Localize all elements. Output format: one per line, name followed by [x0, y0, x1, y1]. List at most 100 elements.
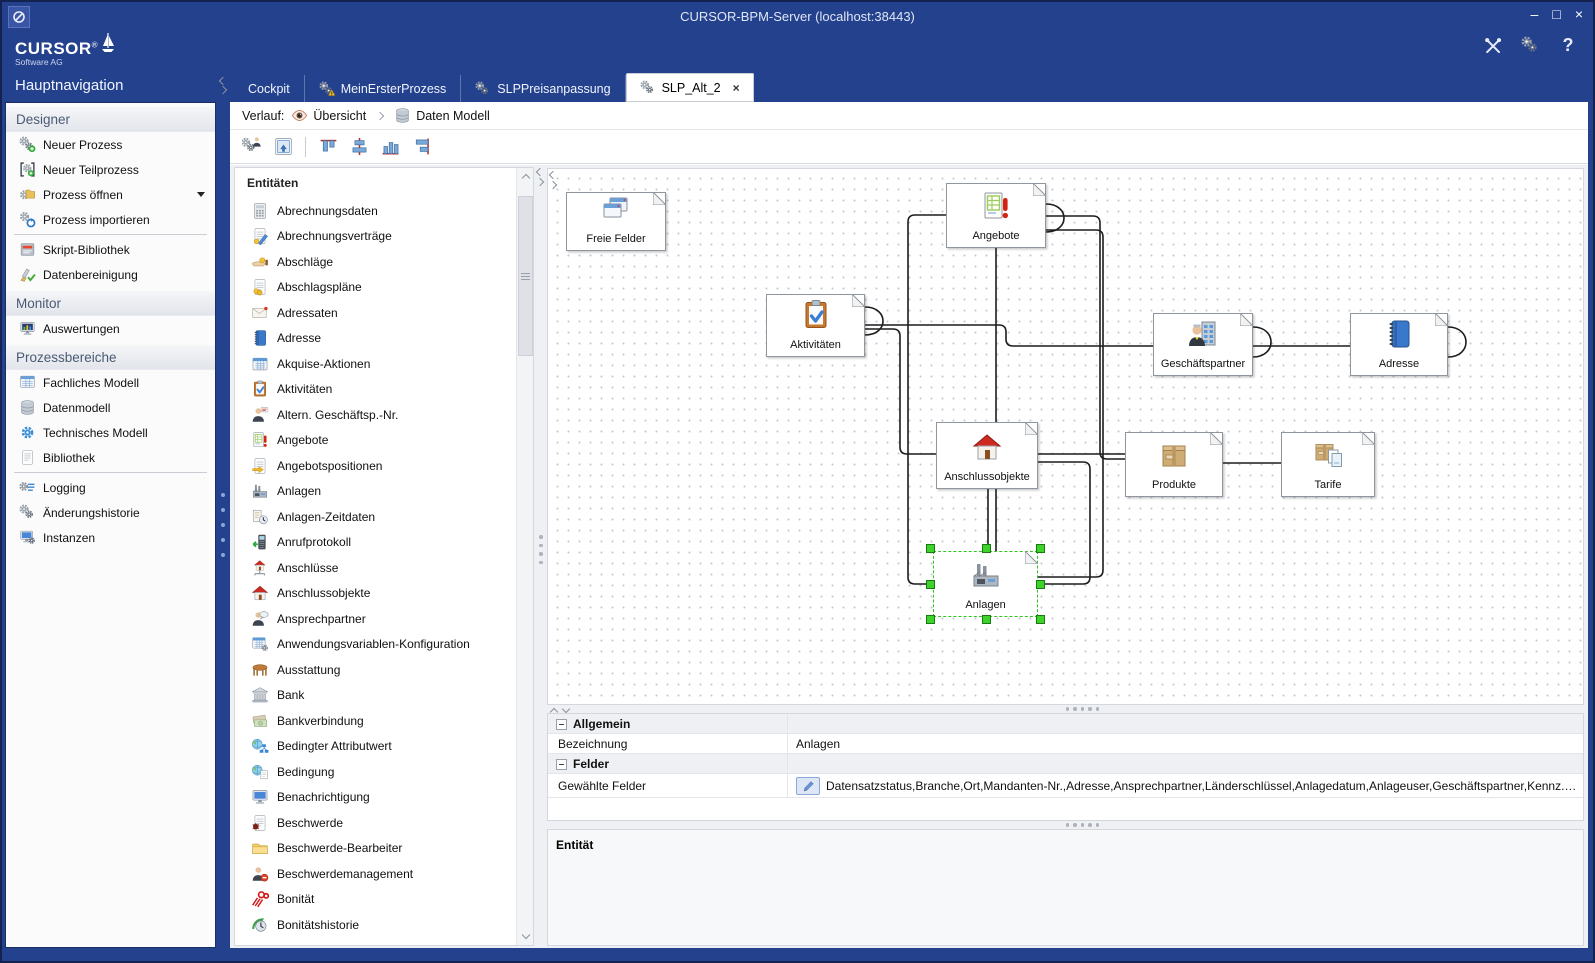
- toolbar-button-align-top-icon[interactable]: [315, 134, 341, 160]
- diagram-canvas[interactable]: Freie Felder Angebote Aktivitäten Geschäfts…: [547, 168, 1584, 705]
- circle-slash-icon[interactable]: [8, 6, 30, 28]
- tools-icon[interactable]: [1481, 34, 1503, 56]
- minimize-button[interactable]: –: [1531, 5, 1539, 23]
- selection-handle[interactable]: [982, 544, 991, 553]
- selection-handle[interactable]: [982, 615, 991, 624]
- sidebar-item-prozess-öffnen[interactable]: Prozess öffnen: [6, 182, 215, 207]
- entity-item-bank[interactable]: Bank: [235, 683, 516, 709]
- splitter-collapse-arrows[interactable]: [537, 169, 543, 185]
- entity-item-aktivitäten[interactable]: Aktivitäten: [235, 377, 516, 403]
- entity-item-akquise-aktionen[interactable]: Akquise-Aktionen: [235, 351, 516, 377]
- sidebar-splitter[interactable]: [216, 102, 230, 948]
- toolbar-button-align-left-icon[interactable]: [408, 134, 434, 160]
- maximize-button[interactable]: □: [1552, 5, 1560, 23]
- dropdown-caret-icon[interactable]: [197, 192, 205, 197]
- entity-item-anlagen-zeitdaten[interactable]: Anlagen-Zeitdaten: [235, 504, 516, 530]
- diagram-node-angebote[interactable]: Angebote: [946, 183, 1046, 248]
- diagram-node-tarife[interactable]: Tarife: [1281, 432, 1375, 497]
- entity-item-angebotspositionen[interactable]: Angebotspositionen: [235, 453, 516, 479]
- entity-item-benachrichtigung[interactable]: Benachrichtigung: [235, 785, 516, 811]
- entity-item-beschwerde-bearbeiter[interactable]: Beschwerde-Bearbeiter: [235, 836, 516, 862]
- entity-item-abschläge[interactable]: Abschläge: [235, 249, 516, 275]
- sidebar-item-änderungshistorie[interactable]: Änderungshistorie: [6, 500, 215, 525]
- entity-item-bedingung[interactable]: Bedingung: [235, 759, 516, 785]
- entity-item-altern-geschäftsp-nr-[interactable]: Altern. Geschäftsp.-Nr.: [235, 402, 516, 428]
- sidebar-collapse-arrows[interactable]: [218, 78, 228, 93]
- tab-meinersterprozess[interactable]: MeinErsterProzess: [305, 75, 462, 102]
- tab-slppreisanpassung[interactable]: SLPPreisanpassung: [461, 75, 625, 102]
- property-value[interactable]: Anlagen: [788, 734, 1583, 753]
- sidebar-item-neuer-prozess[interactable]: Neuer Prozess: [6, 132, 215, 157]
- toolbar-button-align-middle-icon[interactable]: [346, 134, 372, 160]
- diagram-node-anschlussobjekte[interactable]: Anschlussobjekte: [936, 422, 1038, 489]
- diagram-node-aktivitaeten[interactable]: Aktivitäten: [766, 294, 865, 357]
- vertical-splitter[interactable]: [534, 165, 547, 948]
- diagram-node-produkte[interactable]: Produkte: [1125, 432, 1223, 497]
- sidebar-item-logging[interactable]: Logging: [6, 475, 215, 500]
- breadcrumb-item-übersicht[interactable]: Übersicht: [291, 107, 366, 124]
- sidebar-item-bibliothek[interactable]: Bibliothek: [6, 445, 215, 470]
- collapse-minus-icon[interactable]: [556, 759, 567, 770]
- scrollbar-thumb[interactable]: [518, 196, 533, 356]
- selection-handle[interactable]: [1036, 615, 1045, 624]
- sidebar-item-datenbereinigung[interactable]: Datenbereinigung: [6, 262, 215, 287]
- sidebar-item-technisches-modell[interactable]: Technisches Modell: [6, 420, 215, 445]
- scroll-up-button[interactable]: [517, 168, 534, 185]
- sidebar-item-skript-bibliothek[interactable]: Skript-Bibliothek: [6, 237, 215, 262]
- phone-arrow-icon: [251, 533, 269, 551]
- sidebar-item-fachliches-modell[interactable]: Fachliches Modell: [6, 370, 215, 395]
- pencil-icon-button[interactable]: [796, 777, 820, 795]
- entity-item-anschlussobjekte[interactable]: Anschlussobjekte: [235, 581, 516, 607]
- collapse-minus-icon[interactable]: [556, 719, 567, 730]
- selection-handle[interactable]: [926, 615, 935, 624]
- selection-handle[interactable]: [926, 544, 935, 553]
- entity-item-adresse[interactable]: Adresse: [235, 326, 516, 352]
- close-button[interactable]: ×: [1575, 5, 1583, 23]
- entity-item-abrechnungsdaten[interactable]: Abrechnungsdaten: [235, 198, 516, 224]
- scroll-down-button[interactable]: [517, 928, 534, 945]
- entity-item-abrechnungsverträge[interactable]: Abrechnungsverträge: [235, 224, 516, 250]
- entity-item-bonitätshistorie[interactable]: Bonitätshistorie: [235, 912, 516, 938]
- selection-handle[interactable]: [926, 580, 935, 589]
- diagram-node-anlagen[interactable]: Anlagen: [933, 551, 1038, 617]
- gears-icon[interactable]: [1519, 34, 1541, 56]
- entity-item-bonität[interactable]: Bonität: [235, 887, 516, 913]
- entity-item-ansprechpartner[interactable]: Ansprechpartner: [235, 606, 516, 632]
- breadcrumb-item-daten-modell[interactable]: Daten Modell: [394, 107, 490, 124]
- horizontal-splitter-properties[interactable]: [547, 705, 1584, 713]
- entity-item-angebote[interactable]: Angebote: [235, 428, 516, 454]
- entity-item-anlagen[interactable]: Anlagen: [235, 479, 516, 505]
- help-icon[interactable]: ?: [1557, 34, 1579, 56]
- entity-item-bedingter-attributwert[interactable]: Bedingter Attributwert: [235, 734, 516, 760]
- tab-close-icon[interactable]: ×: [733, 81, 740, 95]
- sidebar-item-datenmodell[interactable]: Datenmodell: [6, 395, 215, 420]
- tab-cockpit[interactable]: Cockpit: [234, 75, 305, 102]
- toolbar-button-distribute-icon[interactable]: [377, 134, 403, 160]
- entity-item-beschwerde[interactable]: Beschwerde: [235, 810, 516, 836]
- entity-item-anwendungsvariablen-konfiguration[interactable]: Anwendungsvariablen-Konfiguration: [235, 632, 516, 658]
- entity-scrollbar[interactable]: [516, 168, 533, 945]
- horizontal-splitter-bottom[interactable]: [547, 821, 1584, 829]
- property-value[interactable]: Datensatzstatus,Branche,Ort,Mandanten-Nr…: [788, 774, 1583, 797]
- entity-item-anschlüsse[interactable]: Anschlüsse: [235, 555, 516, 581]
- diagram-node-freie-felder[interactable]: Freie Felder: [566, 192, 666, 251]
- entity-item-ausstattung[interactable]: Ausstattung: [235, 657, 516, 683]
- entity-item-adressaten[interactable]: Adressaten: [235, 300, 516, 326]
- toolbar-button-export-window-icon[interactable]: [270, 134, 296, 160]
- sidebar-item-prozess-importieren[interactable]: Prozess importieren: [6, 207, 215, 232]
- sidebar-item-instanzen[interactable]: Instanzen: [6, 525, 215, 550]
- entity-item-anrufprotokoll[interactable]: Anrufprotokoll: [235, 530, 516, 556]
- toolbar-button-process-person-icon[interactable]: [239, 134, 265, 160]
- tab-slp_alt_2[interactable]: SLP_Alt_2×: [626, 73, 754, 102]
- sidebar-item-auswertungen[interactable]: Auswertungen: [6, 316, 215, 341]
- canvas-collapse-arrows[interactable]: [550, 172, 556, 188]
- diagram-node-adresse[interactable]: Adresse: [1350, 313, 1448, 376]
- sidebar-section-prozessbereiche: Prozessbereiche: [6, 345, 215, 370]
- entity-item-bankverbindung[interactable]: Bankverbindung: [235, 708, 516, 734]
- selection-handle[interactable]: [1036, 580, 1045, 589]
- entity-item-abschlagspläne[interactable]: Abschlagspläne: [235, 275, 516, 301]
- sidebar-item-neuer-teilprozess[interactable]: Neuer Teilprozess: [6, 157, 215, 182]
- selection-handle[interactable]: [1036, 544, 1045, 553]
- entity-item-beschwerdemanagement[interactable]: Beschwerdemanagement: [235, 861, 516, 887]
- diagram-node-geschaeftspartner[interactable]: Geschäftspartner: [1153, 313, 1253, 376]
